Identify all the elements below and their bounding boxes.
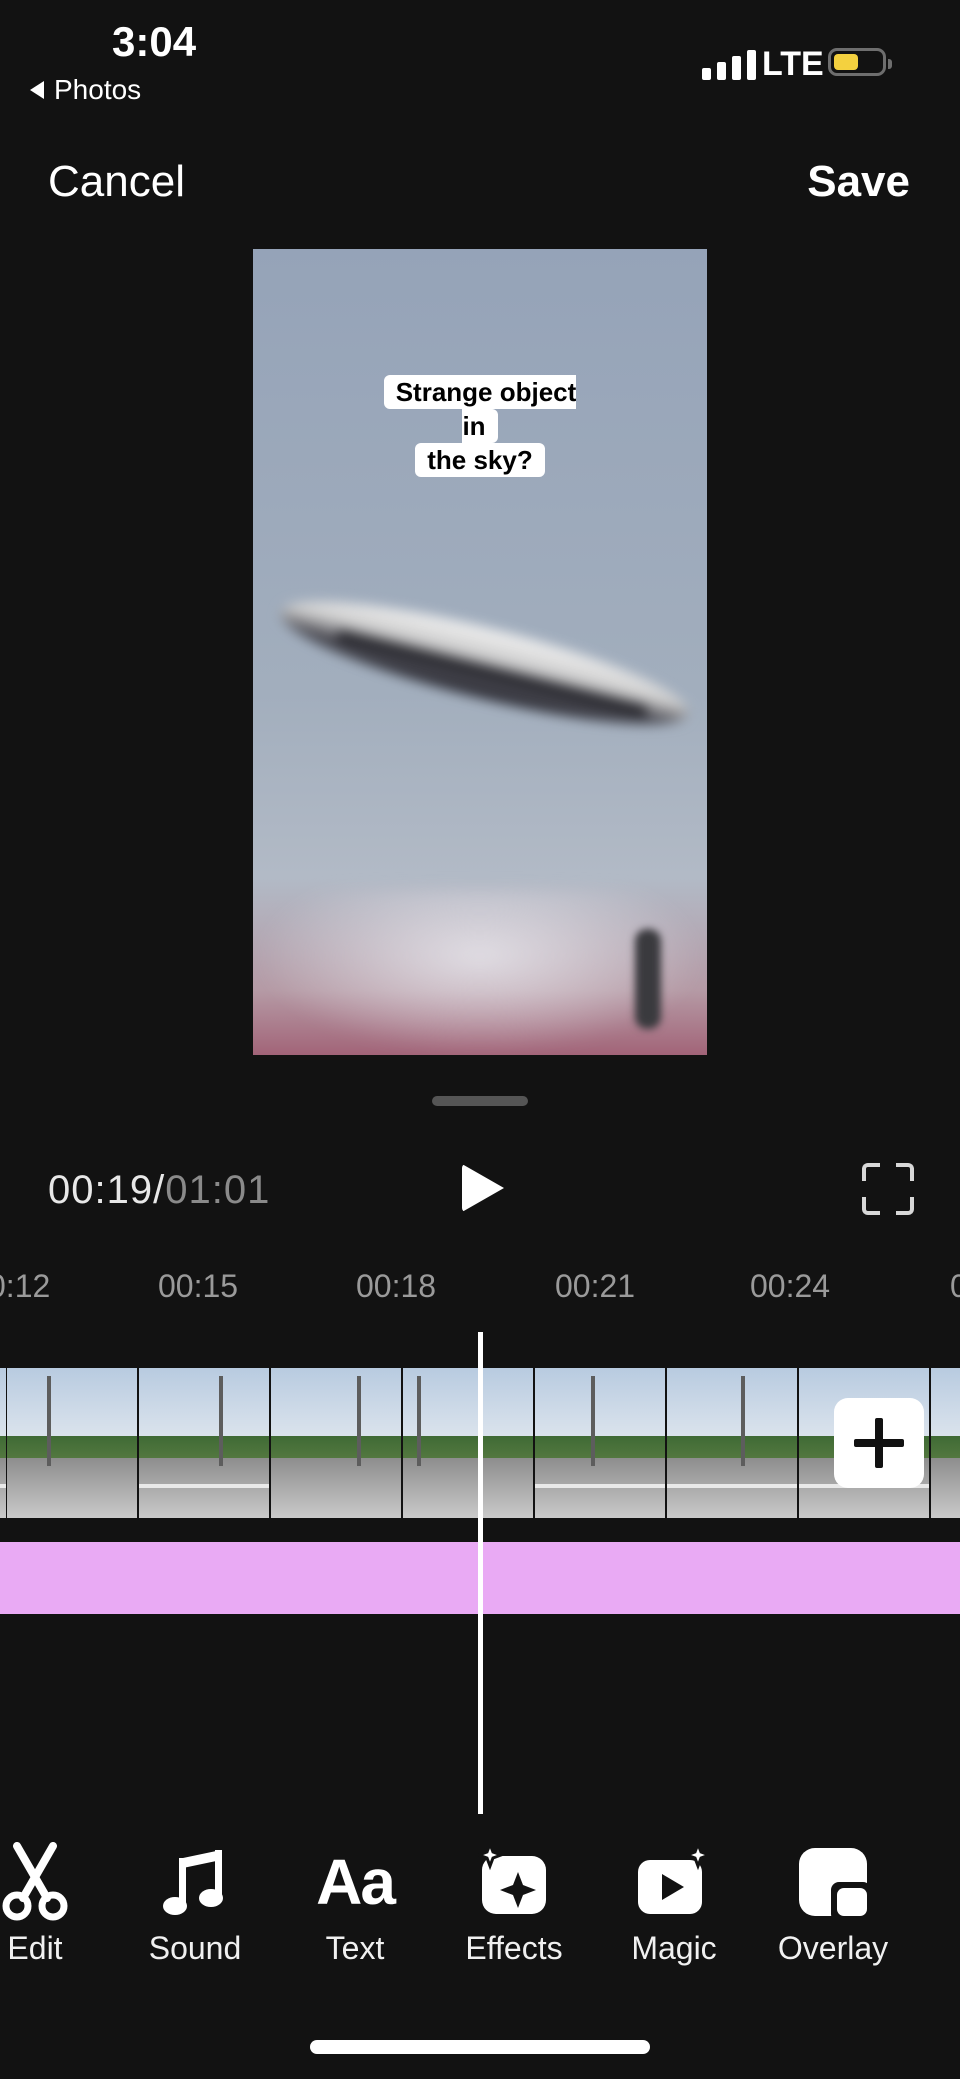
back-app-label: Photos xyxy=(54,74,142,105)
overlay-icon xyxy=(758,1842,908,1922)
status-time: 3:04 xyxy=(112,18,197,65)
filmstrip-frame xyxy=(139,1368,269,1518)
tool-text[interactable]: Aa Text xyxy=(280,1842,430,1967)
filmstrip-frame xyxy=(7,1368,137,1518)
caption-line-2: the sky? xyxy=(415,443,545,477)
ruler-tick-label: 00:18 xyxy=(356,1268,437,1304)
tool-edit-label: Edit xyxy=(7,1930,63,1966)
tool-text-label: Text xyxy=(325,1930,385,1966)
timeline-ruler: 0:12 00:15 00:18 00:21 00:24 0 xyxy=(0,1268,960,1308)
tool-overlay[interactable]: Overlay xyxy=(758,1842,908,1967)
battery-icon xyxy=(828,48,892,76)
signal-icon xyxy=(702,50,756,80)
tool-edit[interactable]: Edit xyxy=(0,1842,110,1967)
tool-overlay-label: Overlay xyxy=(777,1930,889,1966)
filmstrip-frame xyxy=(667,1368,797,1518)
timecode: 00:19/01:01 xyxy=(48,1168,270,1213)
save-button[interactable]: Save xyxy=(807,157,910,207)
distant-figure xyxy=(635,929,661,1029)
filmstrip-frame xyxy=(535,1368,665,1518)
tool-effects[interactable]: Effects xyxy=(439,1842,589,1967)
back-to-photos-link[interactable]: Photos xyxy=(30,74,141,106)
ruler-tick-label: 0 xyxy=(950,1268,960,1304)
filmstrip-frame xyxy=(931,1368,960,1518)
home-indicator[interactable] xyxy=(310,2040,650,2054)
chevron-left-icon xyxy=(30,81,44,99)
total-duration: 01:01 xyxy=(165,1168,271,1212)
tool-sound[interactable]: Sound xyxy=(120,1842,270,1967)
ruler-tick-label: 00:24 xyxy=(750,1268,831,1304)
ruler-tick-label: 00:21 xyxy=(555,1268,636,1304)
scissors-icon xyxy=(0,1842,110,1922)
network-label: LTE xyxy=(762,45,824,83)
tool-effects-label: Effects xyxy=(465,1930,563,1966)
add-clip-button[interactable] xyxy=(834,1398,924,1488)
text-aa-icon: Aa xyxy=(316,1846,396,1918)
caption-line-1: Strange object in xyxy=(383,375,577,443)
current-time: 00:19 xyxy=(48,1168,154,1212)
filmstrip-frame xyxy=(0,1368,6,1518)
tool-magic[interactable]: Magic xyxy=(599,1842,749,1967)
cancel-button[interactable]: Cancel xyxy=(48,157,185,207)
ruler-tick-label: 00:15 xyxy=(158,1268,239,1304)
tool-magic-label: Magic xyxy=(631,1930,717,1966)
caption-text-overlay[interactable]: Strange object in the sky? xyxy=(363,375,597,477)
filmstrip-frame xyxy=(403,1368,533,1518)
magic-video-icon xyxy=(599,1842,749,1922)
time-separator: / xyxy=(153,1168,166,1212)
ufo-object xyxy=(265,559,707,779)
editing-toolbar: Edit Sound Aa Text Effects Magic Overlay xyxy=(0,1842,960,1972)
drag-handle[interactable] xyxy=(432,1096,528,1106)
ruler-tick-label: 0:12 xyxy=(0,1268,51,1304)
fullscreen-icon[interactable] xyxy=(862,1163,914,1215)
sparkle-effects-icon xyxy=(439,1842,589,1922)
video-preview[interactable]: Strange object in the sky? xyxy=(253,249,707,1055)
tool-sound-label: Sound xyxy=(148,1930,242,1966)
music-note-icon xyxy=(120,1842,270,1922)
play-icon[interactable] xyxy=(462,1164,504,1212)
playhead[interactable] xyxy=(478,1332,483,1814)
filmstrip-frame xyxy=(271,1368,401,1518)
